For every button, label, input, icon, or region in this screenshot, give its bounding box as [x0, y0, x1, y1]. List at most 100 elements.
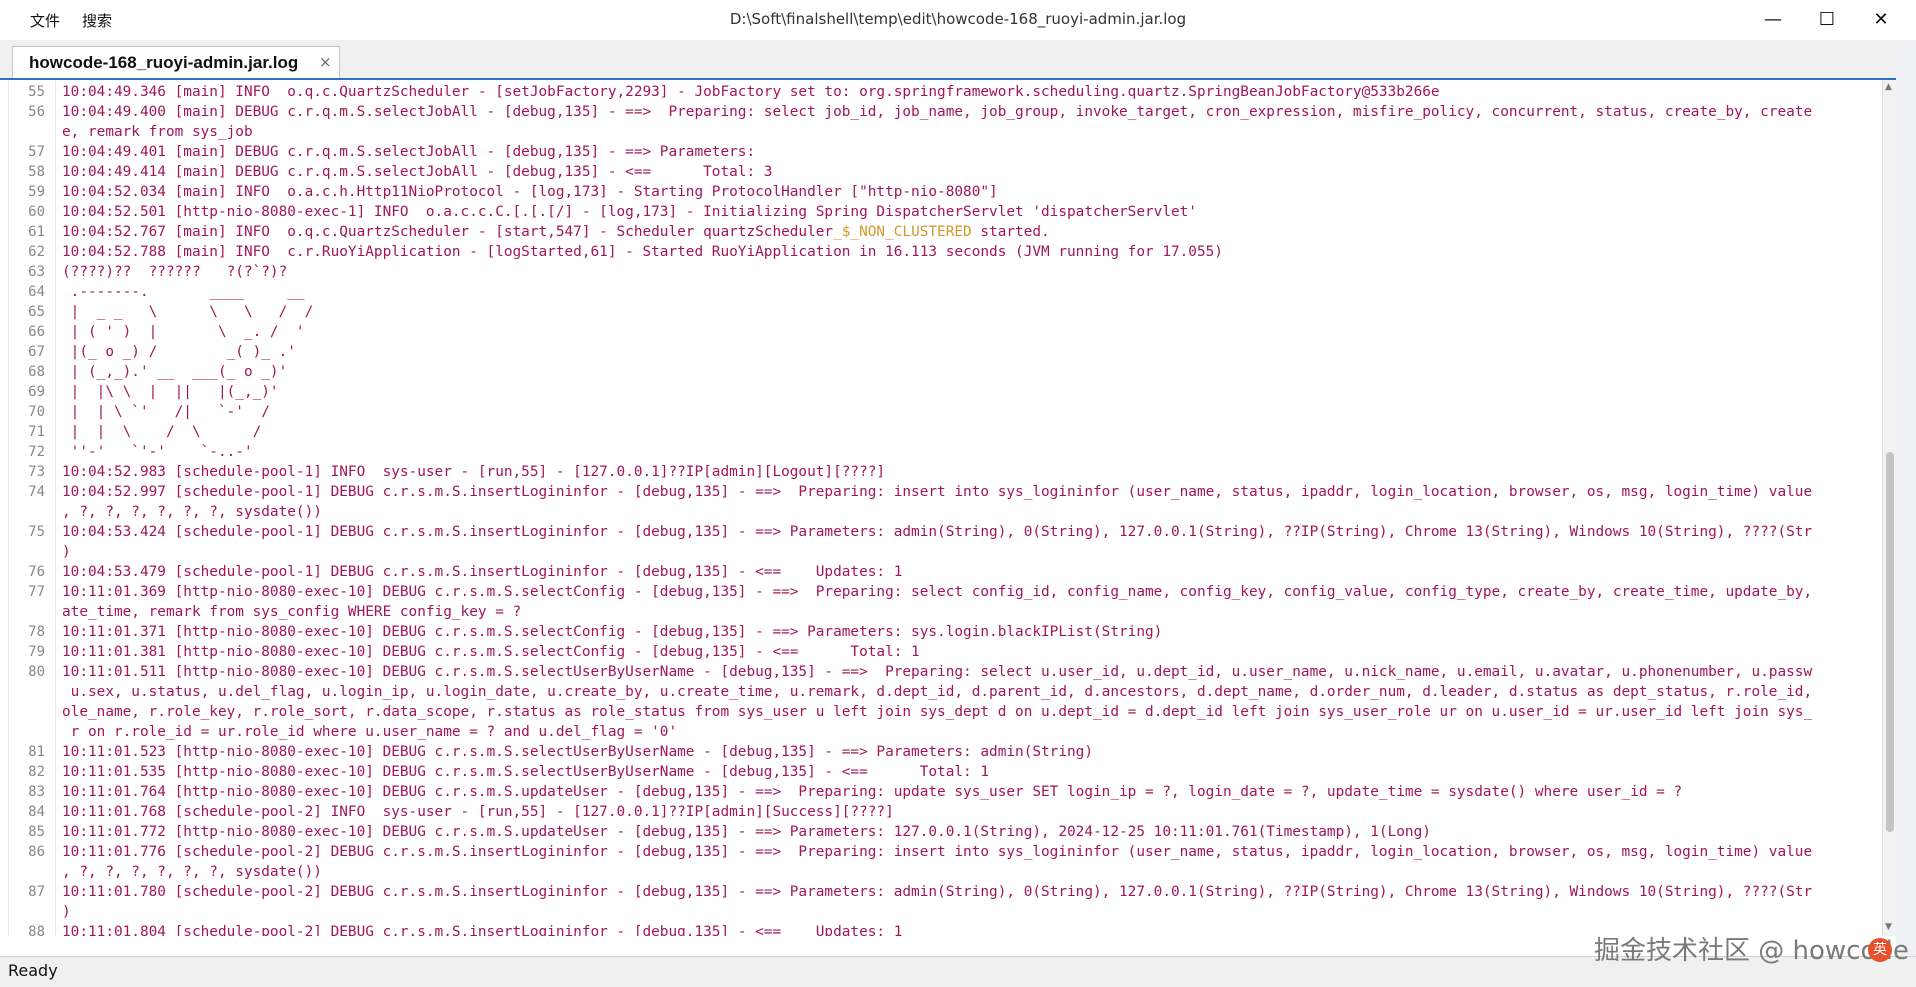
log-line: 66 | ( ' ) | \ _. / ' — [9, 322, 1883, 342]
line-number: 60 — [28, 204, 45, 220]
log-line: e, remark from sys_job — [9, 122, 1883, 142]
vertical-scrollbar[interactable]: ▲ ▼ — [1882, 80, 1897, 936]
line-number: 64 — [28, 284, 45, 300]
close-button[interactable]: ✕ — [1854, 0, 1908, 40]
line-number: 59 — [28, 184, 45, 200]
line-number: 77 — [28, 584, 45, 600]
ime-indicator-icon[interactable]: 英 — [1868, 938, 1892, 962]
close-icon[interactable]: × — [319, 53, 332, 71]
line-number: 65 — [28, 304, 45, 320]
log-text: 10:04:52.034 [main] INFO o.a.c.h.Http11N… — [62, 184, 998, 200]
log-line: 71 | | \ / \ / — [9, 422, 1883, 442]
line-number: 67 — [28, 344, 45, 360]
log-text: 10:11:01.768 [schedule-pool-2] INFO sys-… — [62, 804, 894, 820]
log-text: ) — [62, 904, 71, 920]
log-line: , ?, ?, ?, ?, ?, ?, sysdate()) — [9, 862, 1883, 882]
line-number: 57 — [28, 144, 45, 160]
log-line: 77 10:11:01.369 [http-nio-8080-exec-10] D… — [9, 582, 1883, 602]
status-text: Ready — [8, 961, 58, 980]
log-text: 10:04:49.401 [main] DEBUG c.r.q.m.S.sele… — [62, 144, 764, 160]
log-line: 87 10:11:01.780 [schedule-pool-2] DEBUG c… — [9, 882, 1883, 902]
line-number: 61 — [28, 224, 45, 240]
tab-bar: howcode-168_ruoyi-admin.jar.log × — [0, 40, 1916, 80]
scrollbar-thumb[interactable] — [1886, 452, 1894, 832]
log-line: 55 10:04:49.346 [main] INFO o.q.c.QuartzS… — [9, 82, 1883, 102]
scroll-up-icon[interactable]: ▲ — [1885, 82, 1892, 92]
log-line: 81 10:11:01.523 [http-nio-8080-exec-10] D… — [9, 742, 1883, 762]
line-number: 85 — [28, 824, 45, 840]
log-text: , ?, ?, ?, ?, ?, ?, sysdate()) — [62, 504, 322, 520]
log-line: 62 10:04:52.788 [main] INFO c.r.RuoYiAppl… — [9, 242, 1883, 262]
log-line: 84 10:11:01.768 [schedule-pool-2] INFO sy… — [9, 802, 1883, 822]
line-number: 86 — [28, 844, 45, 860]
maximize-button[interactable]: ☐ — [1800, 0, 1854, 40]
line-number: 76 — [28, 564, 45, 580]
log-text: 10:11:01.804 [schedule-pool-2] DEBUG c.r… — [62, 924, 903, 936]
minimize-button[interactable]: — — [1746, 0, 1800, 40]
window-title: D:\Soft\finalshell\temp\edit\howcode-168… — [729, 10, 1187, 28]
log-line: , ?, ?, ?, ?, ?, ?, sysdate()) — [9, 502, 1883, 522]
line-number: 71 — [28, 424, 45, 440]
log-text: 10:11:01.772 [http-nio-8080-exec-10] DEB… — [62, 824, 1431, 840]
log-editor[interactable]: 55 10:04:49.346 [main] INFO o.q.c.QuartzS… — [8, 80, 1883, 936]
line-number: 84 — [28, 804, 45, 820]
log-text: 10:04:49.400 [main] DEBUG c.r.q.m.S.sele… — [62, 104, 1813, 120]
log-text: 10:04:52.983 [schedule-pool-1] INFO sys-… — [62, 464, 886, 480]
log-text: 10:11:01.535 [http-nio-8080-exec-10] DEB… — [62, 764, 990, 780]
line-number: 63 — [28, 264, 45, 280]
log-text: 10:11:01.381 [http-nio-8080-exec-10] DEB… — [62, 644, 920, 660]
log-line: 59 10:04:52.034 [main] INFO o.a.c.h.Http1… — [9, 182, 1883, 202]
watermark: 掘金技术社区 @ howcode — [1594, 936, 1909, 966]
log-line: r on r.role_id = ur.role_id where u.user… — [9, 722, 1883, 742]
log-text: (????)?? ?????? ?(?`?)? — [62, 264, 288, 280]
log-line: 80 10:11:01.511 [http-nio-8080-exec-10] D… — [9, 662, 1883, 682]
log-text: ole_name, r.role_key, r.role_sort, r.dat… — [62, 704, 1813, 720]
log-text: 10:04:52.767 [main] INFO o.q.c.QuartzSch… — [62, 222, 1050, 242]
log-line: 63 (????)?? ?????? ?(?`?)? — [9, 262, 1883, 282]
log-line: 57 10:04:49.401 [main] DEBUG c.r.q.m.S.se… — [9, 142, 1883, 162]
log-text: 10:11:01.764 [http-nio-8080-exec-10] DEB… — [62, 784, 1683, 800]
line-number: 78 — [28, 624, 45, 640]
log-text: | (_,_).' __ ___(_ o _)' — [62, 364, 288, 380]
log-text: 10:04:53.479 [schedule-pool-1] DEBUG c.r… — [62, 564, 903, 580]
background-window-strip — [1896, 40, 1916, 986]
line-number: 73 — [28, 464, 45, 480]
line-number: 68 — [28, 364, 45, 380]
log-text: u.sex, u.status, u.del_flag, u.login_ip,… — [62, 684, 1813, 700]
line-number: 88 — [28, 924, 45, 936]
log-text: , ?, ?, ?, ?, ?, ?, sysdate()) — [62, 864, 322, 880]
log-line: 64 .-------. ____ __ — [9, 282, 1883, 302]
line-number: 72 — [28, 444, 45, 460]
log-text: 10:11:01.511 [http-nio-8080-exec-10] DEB… — [62, 664, 1813, 680]
log-text: r on r.role_id = ur.role_id where u.user… — [62, 724, 678, 740]
log-line: 79 10:11:01.381 [http-nio-8080-exec-10] D… — [9, 642, 1883, 662]
log-text: 10:04:52.997 [schedule-pool-1] DEBUG c.r… — [62, 484, 1813, 500]
log-text: ''-' `'-' `-..-' — [62, 444, 253, 460]
log-text-segment: 10:04:52.767 [main] INFO o.q.c.QuartzSch… — [62, 224, 834, 240]
log-line: 72 ''-' `'-' `-..-' — [9, 442, 1883, 462]
log-line: 65 | _ _ \ \ \ / / — [9, 302, 1883, 322]
line-number: 79 — [28, 644, 45, 660]
log-line: ole_name, r.role_key, r.role_sort, r.dat… — [9, 702, 1883, 722]
log-line: 56 10:04:49.400 [main] DEBUG c.r.q.m.S.se… — [9, 102, 1883, 122]
line-number: 80 — [28, 664, 45, 680]
line-number: 82 — [28, 764, 45, 780]
log-text: 10:04:53.424 [schedule-pool-1] DEBUG c.r… — [62, 524, 1813, 540]
log-text: |(_ o _) / _( )_ .' — [62, 344, 296, 360]
log-text: ) — [62, 544, 71, 560]
log-line: 60 10:04:52.501 [http-nio-8080-exec-1] IN… — [9, 202, 1883, 222]
log-text: | ( ' ) | \ _. / ' — [62, 324, 305, 340]
line-number: 62 — [28, 244, 45, 260]
log-text: 10:11:01.371 [http-nio-8080-exec-10] DEB… — [62, 624, 1163, 640]
line-number: 74 — [28, 484, 45, 500]
log-line: 86 10:11:01.776 [schedule-pool-2] DEBUG c… — [9, 842, 1883, 862]
log-text: | _ _ \ \ \ / / — [62, 304, 314, 320]
log-text: 10:04:52.501 [http-nio-8080-exec-1] INFO… — [62, 204, 1197, 220]
log-lines: 55 10:04:49.346 [main] INFO o.q.c.QuartzS… — [9, 82, 1883, 936]
log-text: 10:04:49.414 [main] DEBUG c.r.q.m.S.sele… — [62, 164, 773, 180]
log-line: 73 10:04:52.983 [schedule-pool-1] INFO sy… — [9, 462, 1883, 482]
line-number: 56 — [28, 104, 45, 120]
tab-log-file[interactable]: howcode-168_ruoyi-admin.jar.log × — [12, 46, 340, 78]
log-line: 70 | | \ `' /| `-' / — [9, 402, 1883, 422]
log-line: 68 | (_,_).' __ ___(_ o _)' — [9, 362, 1883, 382]
